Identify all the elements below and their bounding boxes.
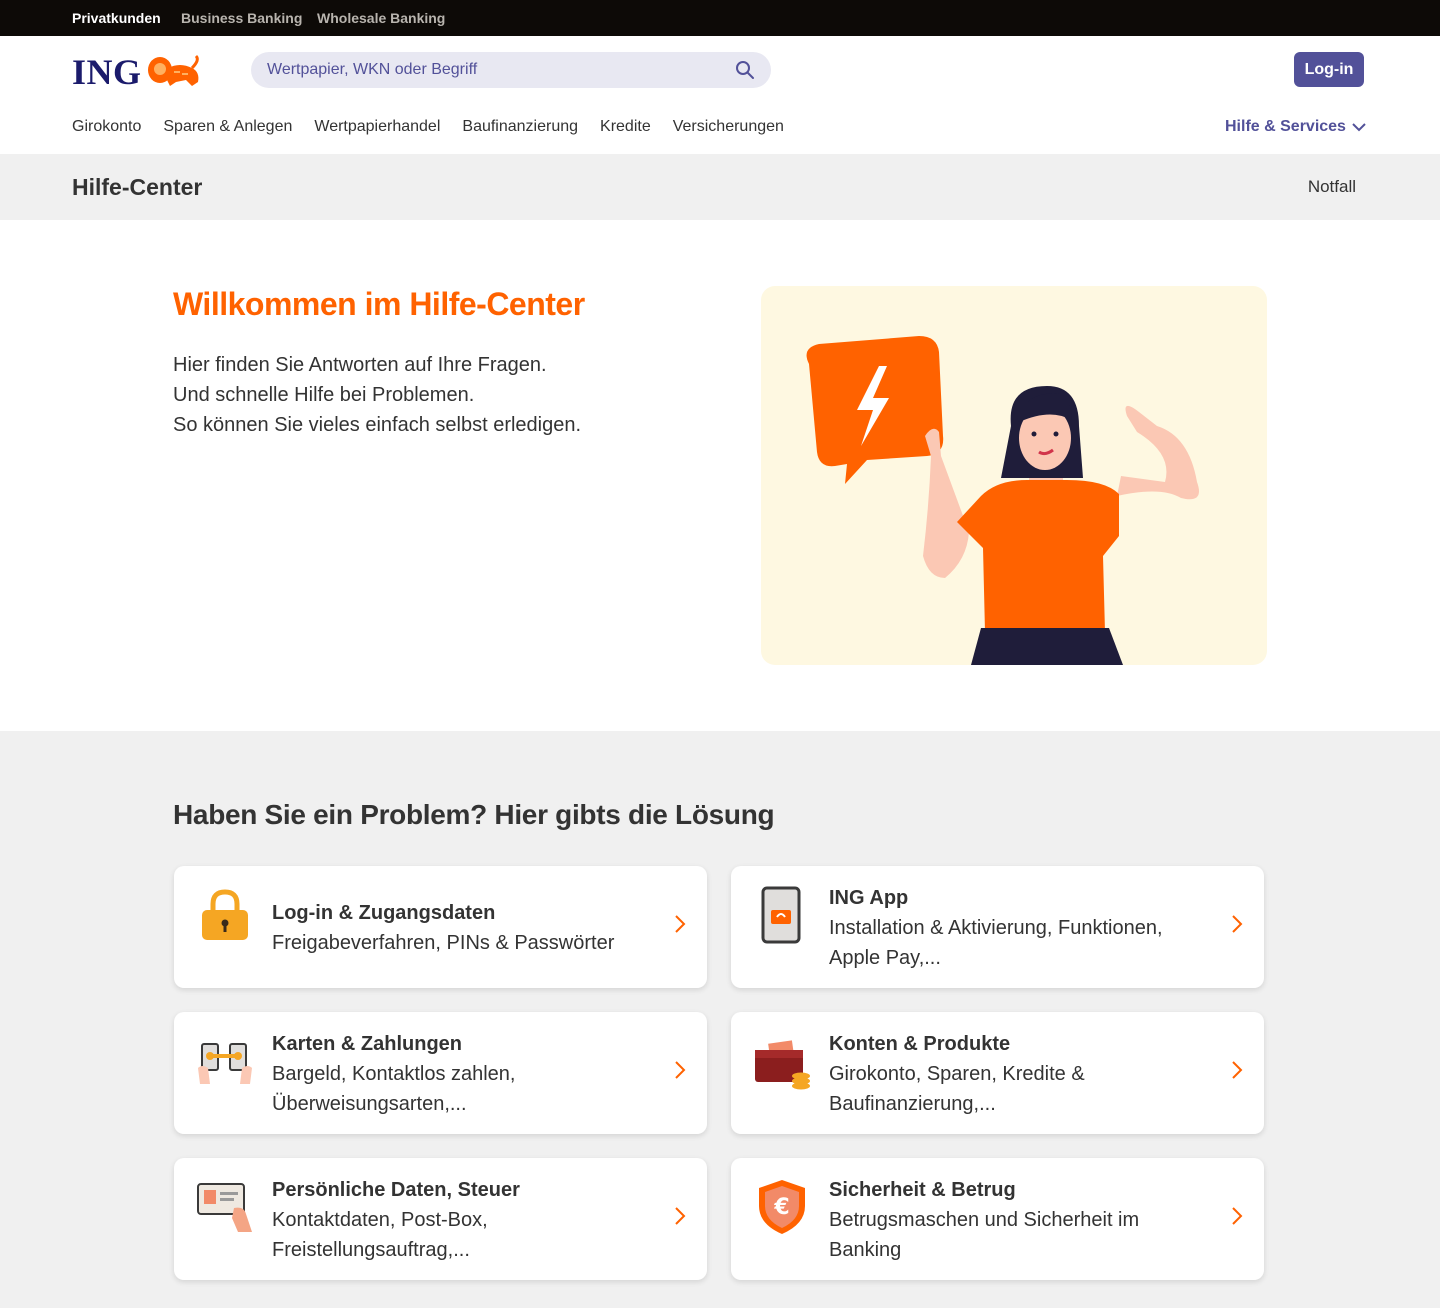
hero-line: Hier finden Sie Antworten auf Ihre Frage… (173, 354, 547, 376)
hero-section: Willkommen im Hilfe-Center Hier finden S… (0, 220, 1440, 731)
phone-icon (761, 886, 801, 944)
card-description: Installation & Aktivierung, Funktionen, … (829, 917, 1163, 969)
ing-logo[interactable]: ING (72, 52, 202, 92)
notfall-link[interactable]: Notfall (1308, 177, 1356, 197)
nav-versicherungen[interactable]: Versicherungen (673, 118, 784, 136)
chevron-down-icon (1352, 123, 1366, 132)
logo-wordmark: ING (72, 52, 142, 92)
nav-sparen-anlegen[interactable]: Sparen & Anlegen (163, 118, 292, 136)
chevron-right-icon (1232, 1061, 1243, 1079)
chevron-right-icon (675, 915, 686, 933)
segment-bar: Privatkunden Business Banking Wholesale … (0, 0, 1440, 36)
card-ing-app[interactable]: ING App Installation & Aktivierung, Funk… (731, 866, 1264, 988)
chevron-right-icon (1232, 915, 1243, 933)
help-services-label: Hilfe & Services (1225, 118, 1346, 135)
search-input[interactable] (267, 52, 727, 88)
lion-icon (147, 54, 199, 86)
wallet-icon (755, 1040, 810, 1090)
card-title: Log-in & Zugangsdaten (272, 902, 496, 924)
hero-illustration (761, 286, 1267, 665)
payment-icon (198, 1043, 252, 1084)
help-center-bar: Hilfe-Center Notfall (0, 154, 1440, 220)
card-title: Konten & Produkte (829, 1033, 1011, 1055)
card-description: Betrugsmaschen und Sicherheit im Banking (829, 1209, 1140, 1261)
chevron-right-icon (675, 1061, 686, 1079)
section-heading: Haben Sie ein Problem? Hier gibts die Lö… (173, 799, 775, 830)
search-icon[interactable] (735, 60, 755, 80)
card-title: Karten & Zahlungen (272, 1033, 463, 1055)
segment-wholesale-banking[interactable]: Wholesale Banking (317, 10, 445, 26)
card-persoenliche-daten[interactable]: Persönliche Daten, Steuer Kontaktdaten, … (174, 1158, 707, 1280)
id-card-icon (197, 1183, 252, 1232)
card-description: Bargeld, Kontaktlos zahlen, Überweisungs… (272, 1063, 516, 1115)
lock-icon (202, 889, 248, 940)
shield-euro-icon: € (759, 1180, 805, 1234)
nav-girokonto[interactable]: Girokonto (72, 118, 141, 136)
page-title: Hilfe-Center (72, 174, 203, 200)
card-title: Persönliche Daten, Steuer (272, 1179, 520, 1201)
card-title: ING App (829, 887, 909, 909)
nav-baufinanzierung[interactable]: Baufinanzierung (462, 118, 578, 136)
card-description: Freigabeverfahren, PINs & Passwörter (272, 932, 615, 954)
card-karten-zahlungen[interactable]: Karten & Zahlungen Bargeld, Kontaktlos z… (174, 1012, 707, 1134)
segment-privatkunden[interactable]: Privatkunden (72, 10, 161, 26)
card-login-zugangsdaten[interactable]: Log-in & Zugangsdaten Freigabeverfahren,… (174, 866, 707, 988)
hero-line: So können Sie vieles einfach selbst erle… (173, 414, 582, 436)
woman-illustration (806, 336, 1199, 665)
main-navigation: Girokonto Sparen & Anlegen Wertpapierhan… (72, 118, 784, 136)
hero-title: Willkommen im Hilfe-Center (173, 286, 585, 322)
search-bar (251, 52, 771, 88)
login-button[interactable]: Log-in (1294, 52, 1364, 87)
chevron-right-icon (1232, 1207, 1243, 1225)
nav-wertpapierhandel[interactable]: Wertpapierhandel (314, 118, 440, 136)
nav-kredite[interactable]: Kredite (600, 118, 651, 136)
site-header: ING Log-in Girokonto Sparen & Anlegen We… (0, 36, 1440, 154)
chevron-right-icon (675, 1207, 686, 1225)
card-konten-produkte[interactable]: Konten & Produkte Girokonto, Sparen, Kre… (731, 1012, 1264, 1134)
segment-business-banking[interactable]: Business Banking (181, 10, 302, 26)
hero-text: Hier finden Sie Antworten auf Ihre Frage… (173, 350, 581, 440)
card-description: Kontaktdaten, Post-Box, Freistellungsauf… (272, 1209, 488, 1261)
svg-text:€: € (773, 1195, 789, 1220)
problem-solutions-section: Haben Sie ein Problem? Hier gibts die Lö… (0, 731, 1440, 1308)
hero-line: Und schnelle Hilfe bei Problemen. (173, 384, 475, 406)
card-sicherheit-betrug[interactable]: € Sicherheit & Betrug Betrugsmaschen und… (731, 1158, 1264, 1280)
help-services-menu[interactable]: Hilfe & Services (1225, 118, 1366, 136)
card-description: Girokonto, Sparen, Kredite & Baufinanzie… (829, 1063, 1085, 1115)
card-title: Sicherheit & Betrug (829, 1179, 1016, 1201)
